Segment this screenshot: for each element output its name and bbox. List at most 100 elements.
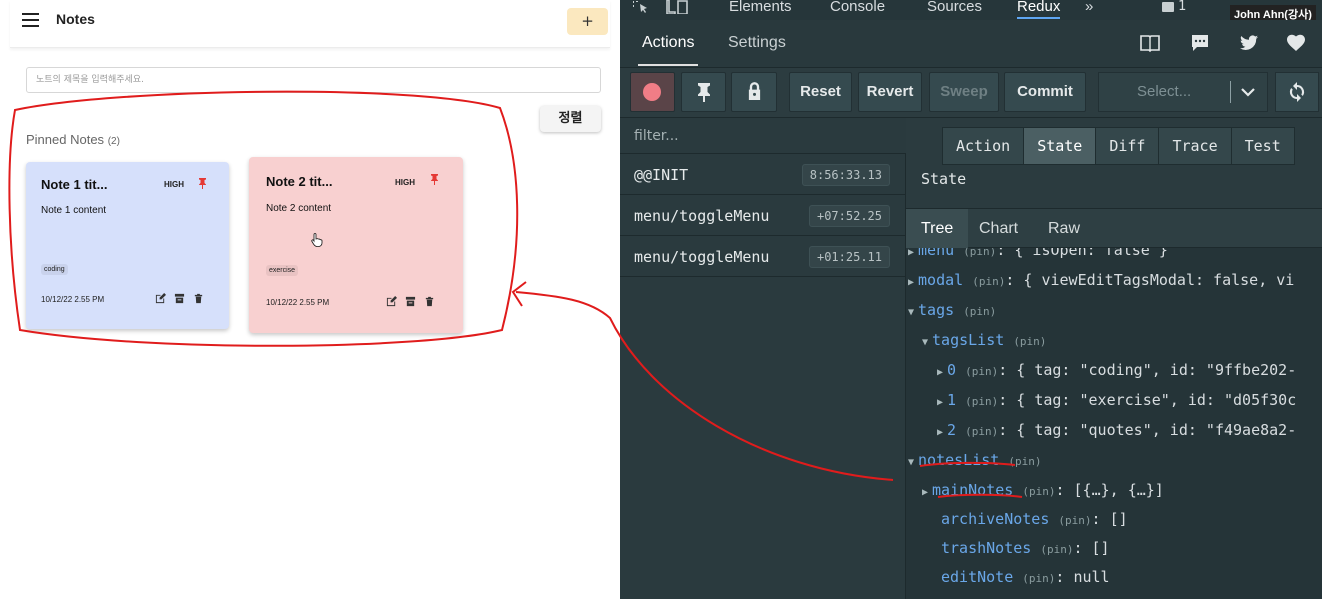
expand-arrow-icon: ▶ <box>937 427 944 438</box>
tree-node-menu[interactable]: ▶ menu (pin): { isOpen: false } <box>908 248 1168 259</box>
action-list: @@INIT 8:56:33.13 menu/toggleMenu +07:52… <box>620 118 906 599</box>
trash-icon[interactable] <box>193 293 204 304</box>
state-tree: ▶ menu (pin): { isOpen: false } ▶ modal (p… <box>906 248 1322 599</box>
pinned-notes-heading: Pinned Notes (2) <box>26 132 120 147</box>
pin-icon[interactable] <box>430 173 439 185</box>
action-time: +01:25.11 <box>808 246 890 268</box>
expand-arrow-icon: ▶ <box>908 277 915 288</box>
chat-icon[interactable] <box>1189 32 1211 54</box>
select-placeholder: Select... <box>1137 83 1192 100</box>
inspect-element-icon[interactable] <box>632 0 650 14</box>
action-name: @@INIT <box>634 166 689 184</box>
edit-icon[interactable] <box>386 296 397 307</box>
tree-node-archivenotes[interactable]: archiveNotes (pin): [] <box>941 510 1128 528</box>
add-note-button[interactable]: + <box>567 8 608 35</box>
state-label: State <box>921 170 967 188</box>
note-priority: HIGH <box>164 180 184 189</box>
detail-tab-action[interactable]: Action <box>942 127 1025 165</box>
archive-icon[interactable] <box>174 293 185 304</box>
devtools-top-bar: Elements Console Sources Redux » 1 John … <box>620 0 1322 25</box>
issues-counter[interactable]: 1 <box>1162 0 1186 14</box>
view-tab-tree[interactable]: Tree <box>906 209 969 249</box>
commit-button[interactable]: Commit <box>1004 72 1086 112</box>
device-toolbar-icon[interactable] <box>666 0 688 14</box>
expand-arrow-icon: ▶ <box>922 487 929 498</box>
tree-node-mainnotes[interactable]: ▶ mainNotes (pin): [{…}, {…}] <box>922 481 1164 499</box>
action-time: +07:52.25 <box>808 205 890 227</box>
tree-node-tag-1[interactable]: ▶ 1 (pin): { tag: "exercise", id: "d05f30… <box>937 391 1296 409</box>
note-content: Note 2 content <box>266 203 332 214</box>
expand-arrow-icon: ▶ <box>908 248 915 258</box>
note-tag: exercise <box>266 265 299 276</box>
action-list-item[interactable]: menu/toggleMenu +01:25.11 <box>620 236 906 277</box>
tree-node-tags[interactable]: ▼ tags (pin) <box>908 301 996 319</box>
select-separator <box>1230 81 1231 103</box>
instance-select[interactable]: Select... <box>1098 72 1268 112</box>
note-search-input[interactable] <box>26 67 601 93</box>
note-card[interactable]: Note 2 tit... HIGH Note 2 content exerci… <box>249 157 463 333</box>
tab-console[interactable]: Console <box>830 0 885 15</box>
tree-node-editnote[interactable]: editNote (pin): null <box>941 568 1110 586</box>
view-tab-raw[interactable]: Raw <box>1048 220 1080 238</box>
subtab-actions[interactable]: Actions <box>637 34 699 66</box>
collapse-arrow-icon: ▼ <box>908 307 915 318</box>
action-filter-input[interactable] <box>620 118 906 154</box>
detail-tab-state[interactable]: State <box>1023 127 1097 165</box>
note-card[interactable]: Note 1 tit... HIGH Note 1 content coding… <box>26 162 229 329</box>
view-tab-chart[interactable]: Chart <box>979 220 1018 238</box>
note-priority: HIGH <box>395 178 415 187</box>
record-button[interactable] <box>630 72 675 112</box>
tree-node-noteslist[interactable]: ▼ notesList (pin) <box>908 451 1041 469</box>
revert-button[interactable]: Revert <box>858 72 922 112</box>
lock-button[interactable] <box>731 72 777 112</box>
pin-icon <box>697 83 710 102</box>
tree-node-tagslist[interactable]: ▼ tagsList (pin) <box>922 331 1046 349</box>
pin-toggle-button[interactable] <box>681 72 726 112</box>
twitter-icon[interactable] <box>1238 32 1260 54</box>
expand-arrow-icon: ▶ <box>937 367 944 378</box>
trash-icon[interactable] <box>424 296 435 307</box>
reset-button[interactable]: Reset <box>789 72 852 112</box>
lock-icon <box>748 82 760 100</box>
note-tag: coding <box>41 264 68 275</box>
book-icon[interactable] <box>1139 32 1161 54</box>
more-tabs-button[interactable]: » <box>1085 0 1093 15</box>
action-name: menu/toggleMenu <box>634 207 770 225</box>
tab-redux[interactable]: Redux <box>1017 0 1061 19</box>
sort-button[interactable]: 정렬 <box>540 106 601 132</box>
tree-node-modal[interactable]: ▶ modal (pin): { viewEditTagsModal: false… <box>908 271 1294 289</box>
detail-tabs: Action State Diff Trace Test <box>942 127 1295 165</box>
tab-sources[interactable]: Sources <box>927 0 982 15</box>
note-actions <box>386 296 435 307</box>
note-actions <box>155 293 204 304</box>
hamburger-menu-icon[interactable] <box>22 13 39 27</box>
action-list-item[interactable]: @@INIT 8:56:33.13 <box>620 154 906 195</box>
detail-tab-test[interactable]: Test <box>1230 127 1295 165</box>
pinned-notes-count: (2) <box>107 136 120 147</box>
detail-tab-trace[interactable]: Trace <box>1158 127 1232 165</box>
expand-arrow-icon: ▶ <box>937 397 944 408</box>
redux-devtools: Elements Console Sources Redux » 1 John … <box>620 0 1322 599</box>
action-list-item[interactable]: menu/toggleMenu +07:52.25 <box>620 195 906 236</box>
heart-icon[interactable] <box>1285 32 1307 54</box>
notes-app: Notes + 정렬 Pinned Notes (2) Note 1 tit..… <box>0 0 620 599</box>
note-date: 10/12/22 2.55 PM <box>41 295 105 304</box>
sync-button[interactable] <box>1275 72 1319 112</box>
edit-icon[interactable] <box>155 293 166 304</box>
archive-icon[interactable] <box>405 296 416 307</box>
subtab-settings[interactable]: Settings <box>728 34 786 52</box>
tree-node-tag-2[interactable]: ▶ 2 (pin): { tag: "quotes", id: "f49ae8a2… <box>937 421 1296 439</box>
hand-cursor-icon <box>311 233 323 247</box>
action-detail-panel: Action State Diff Trace Test State Tree … <box>906 118 1322 599</box>
detail-tab-diff[interactable]: Diff <box>1095 127 1160 165</box>
app-header: Notes + <box>10 0 610 48</box>
tree-node-tag-0[interactable]: ▶ 0 (pin): { tag: "coding", id: "9ffbe202… <box>937 361 1296 379</box>
view-tabs: Tree Chart Raw <box>906 208 1322 249</box>
pin-icon[interactable] <box>198 177 207 189</box>
action-time: 8:56:33.13 <box>801 164 890 186</box>
tree-node-trashnotes[interactable]: trashNotes (pin): [] <box>941 539 1110 557</box>
tab-elements[interactable]: Elements <box>729 0 792 15</box>
pinned-notes-label: Pinned Notes <box>26 132 105 147</box>
sweep-button[interactable]: Sweep <box>929 72 999 112</box>
devtools-sub-bar: Actions Settings <box>620 20 1322 68</box>
